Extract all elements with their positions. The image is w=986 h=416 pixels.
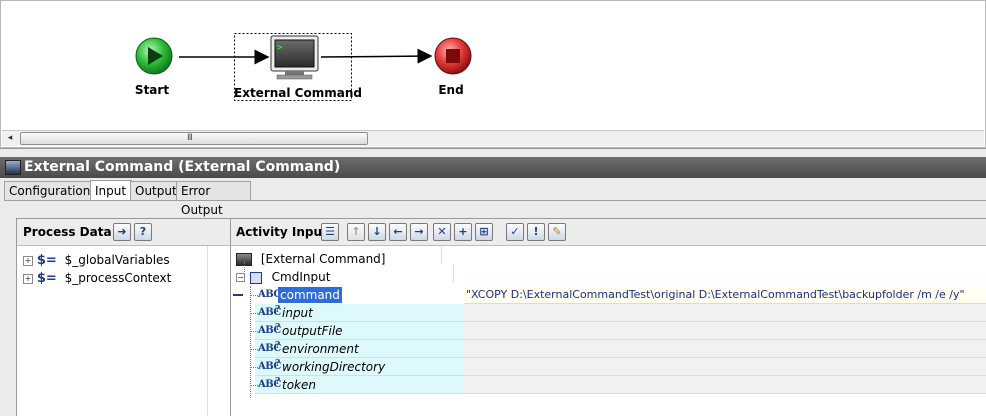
tree-connector [250, 349, 258, 350]
activity-input-title: Activity Input: [236, 225, 333, 239]
optional-mark-icon: ? [275, 323, 280, 333]
tree-item-global-variables[interactable]: + $= $_globalVariables [23, 251, 170, 269]
field-row-output-file[interactable]: ABC ? outputFile [231, 322, 986, 340]
move-up-icon[interactable]: ↑ [347, 223, 365, 241]
field-value-text[interactable]: "XCOPY D:\ExternalCommandTest\original D… [466, 286, 965, 303]
tree-connector [250, 313, 258, 314]
process-data-header: Process Data: ➜ ? [17, 219, 231, 246]
field-value-environment[interactable] [464, 340, 986, 358]
column-divider [207, 246, 208, 416]
tree-connector [250, 367, 258, 368]
complex-type-icon [249, 271, 262, 284]
tree-connector [250, 331, 258, 332]
scroll-left-arrow-icon[interactable]: ◂ [4, 133, 16, 144]
edit-pencil-icon[interactable]: ✎ [548, 223, 566, 241]
field-name-working-directory[interactable]: workingDirectory [282, 358, 385, 376]
activity-input-panel: Activity Input: ☰ ↑ ↓ ← → ✕ + ⊞ ✓ ! ✎ [E… [230, 218, 986, 416]
add-child-icon[interactable]: ⊞ [475, 223, 493, 241]
tree-group-label: CmdInput [271, 270, 331, 284]
activity-input-tree: [External Command] − CmdInput ABC comman… [231, 246, 986, 416]
start-node-label[interactable]: Start [122, 83, 182, 97]
tree-connector [250, 295, 258, 296]
activity-title: External Command (External Command) [24, 159, 341, 175]
field-value-token[interactable] [464, 376, 986, 394]
task-node-label[interactable]: External Command [234, 86, 362, 100]
help-icon[interactable]: ? [134, 223, 152, 241]
expand-icon[interactable]: + [23, 255, 33, 266]
delete-icon[interactable]: ✕ [433, 223, 451, 241]
field-row-environment[interactable]: ABC ? environment [231, 340, 986, 358]
field-value-working-directory[interactable] [464, 358, 986, 376]
field-value-input[interactable] [464, 304, 986, 322]
field-name-environment[interactable]: environment [282, 340, 359, 358]
field-value-output-file[interactable] [464, 322, 986, 340]
flow-diagram: > [135, 33, 472, 101]
move-right-icon[interactable]: → [410, 223, 428, 241]
validate-icon[interactable]: ✓ [506, 223, 524, 241]
mapped-indicator-icon [233, 294, 243, 296]
add-icon[interactable]: + [454, 223, 472, 241]
collapse-icon[interactable]: − [236, 273, 245, 282]
warning-icon[interactable]: ! [527, 223, 545, 241]
activity-title-bar: External Command (External Command) [0, 157, 986, 178]
variable-icon: $= [36, 253, 57, 268]
optional-mark-icon: ? [275, 377, 280, 387]
process-data-title: Process Data: [23, 225, 117, 239]
column-divider [441, 246, 442, 264]
field-row-command[interactable]: ABC command "XCOPY D:\ExternalCommandTes… [231, 286, 986, 304]
move-left-icon[interactable]: ← [389, 223, 407, 241]
tab-output[interactable]: Output [130, 181, 178, 201]
tree-connector [250, 385, 258, 386]
tree-root-label: [External Command] [260, 252, 386, 266]
field-value-command[interactable]: "XCOPY D:\ExternalCommandTest\original D… [464, 286, 986, 304]
terminal-icon: > [270, 35, 319, 80]
tab-error-output[interactable]: Error Output [176, 181, 251, 217]
field-name-token[interactable]: token [282, 376, 316, 394]
tree-item-label: $_globalVariables [64, 253, 170, 267]
scrollbar-grip: III [187, 133, 193, 143]
tab-input[interactable]: Input [90, 180, 132, 201]
column-divider [453, 264, 454, 282]
activity-input-header: Activity Input: ☰ ↑ ↓ ← → ✕ + ⊞ ✓ ! ✎ [231, 219, 986, 246]
field-row-working-directory[interactable]: ABC ? workingDirectory [231, 358, 986, 376]
process-canvas[interactable]: > Start External Command End ◂ III [0, 0, 986, 149]
tree-item-process-context[interactable]: + $= $_processContext [23, 269, 171, 287]
start-node-icon [135, 37, 173, 75]
field-row-token[interactable]: ABC ? token [231, 376, 986, 394]
field-name-command[interactable]: command [278, 287, 342, 303]
tree-group-row[interactable]: − CmdInput [236, 268, 330, 286]
move-down-icon[interactable]: ↓ [368, 223, 386, 241]
horizontal-scrollbar[interactable]: ◂ III [2, 130, 984, 146]
optional-mark-icon: ? [275, 341, 280, 351]
scrollbar-thumb[interactable]: III [20, 132, 368, 145]
field-name-input[interactable]: input [282, 304, 313, 322]
svg-text:>: > [277, 43, 283, 53]
optional-mark-icon: ? [275, 359, 280, 369]
expand-icon[interactable]: + [23, 273, 33, 284]
optional-mark-icon: ? [275, 305, 280, 315]
variable-icon: $= [36, 271, 57, 286]
tree-root-row[interactable]: [External Command] [236, 250, 385, 268]
tab-divider [4, 200, 986, 201]
terminal-icon [5, 160, 21, 175]
field-name-output-file[interactable]: outputFile [282, 322, 343, 340]
tree-item-label: $_processContext [64, 271, 172, 285]
mapper-view-icon[interactable]: ☰ [321, 223, 339, 241]
tab-configuration[interactable]: Configuration [4, 181, 91, 201]
end-node-icon [434, 37, 472, 75]
connector-task-end [320, 48, 433, 64]
field-row-input[interactable]: ABC ? input [231, 304, 986, 322]
process-data-panel: Process Data: ➜ ? + $= $_globalVariables… [16, 218, 232, 416]
end-node-label[interactable]: End [421, 83, 481, 97]
map-to-input-icon[interactable]: ➜ [113, 223, 131, 241]
